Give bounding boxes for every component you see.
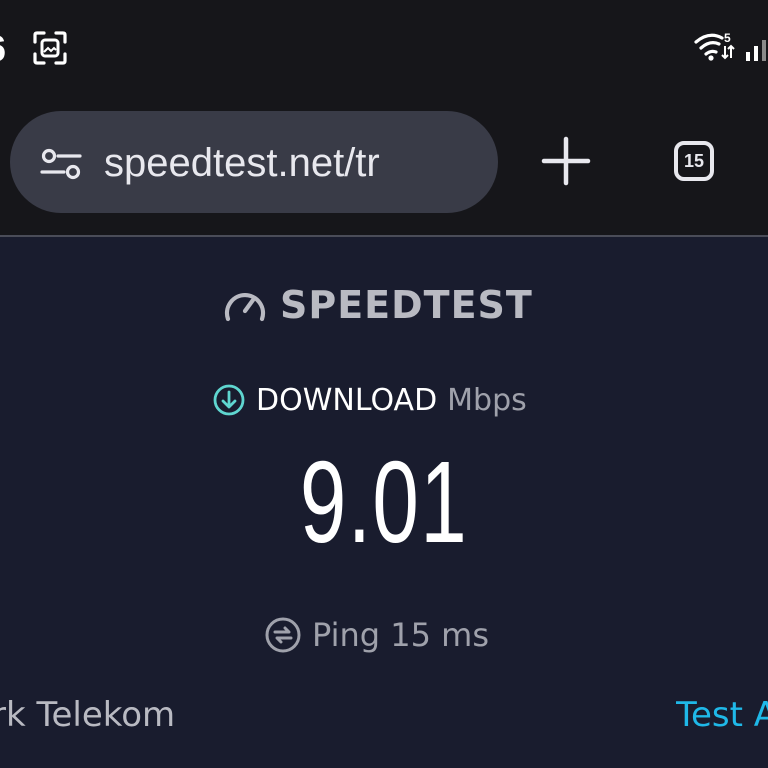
speedometer-icon [224, 292, 266, 322]
download-label: DOWNLOAD Mbps [212, 381, 527, 419]
speedtest-page: SPEEDTEST DOWNLOAD Mbps 9.01 Ping 15 ms … [0, 237, 768, 768]
tab-switcher-button[interactable]: 15 [670, 139, 722, 187]
status-time: 6 [0, 28, 6, 70]
ping-icon [265, 617, 301, 653]
speedtest-brand[interactable]: SPEEDTEST [222, 281, 533, 329]
ping-label: Ping 15 ms [264, 613, 489, 657]
status-bar: 6 5 [0, 0, 768, 95]
test-link[interactable]: Test A [676, 695, 768, 735]
wifi-badge: 5 [724, 31, 731, 45]
tab-count: 15 [674, 141, 714, 181]
plus-icon[interactable] [538, 133, 594, 189]
brand-name: SPEEDTEST [280, 283, 533, 327]
download-speed-value: 9.01 [299, 437, 469, 567]
url-text[interactable]: speedtest.net/tr [104, 139, 380, 187]
wifi-icon: 5 [694, 31, 735, 61]
browser-toolbar: speedtest.net/tr 15 [0, 95, 768, 235]
ping-text: Ping 15 ms [312, 616, 489, 654]
signal-icon [746, 40, 766, 61]
url-bar[interactable]: speedtest.net/tr [10, 111, 498, 213]
isp-name: rk Telekom [0, 695, 176, 735]
tune-icon[interactable] [40, 147, 82, 181]
download-text: DOWNLOAD [256, 382, 438, 418]
screenshot-icon [33, 31, 67, 65]
unit-text: Mbps [447, 382, 527, 418]
download-icon [213, 384, 245, 416]
